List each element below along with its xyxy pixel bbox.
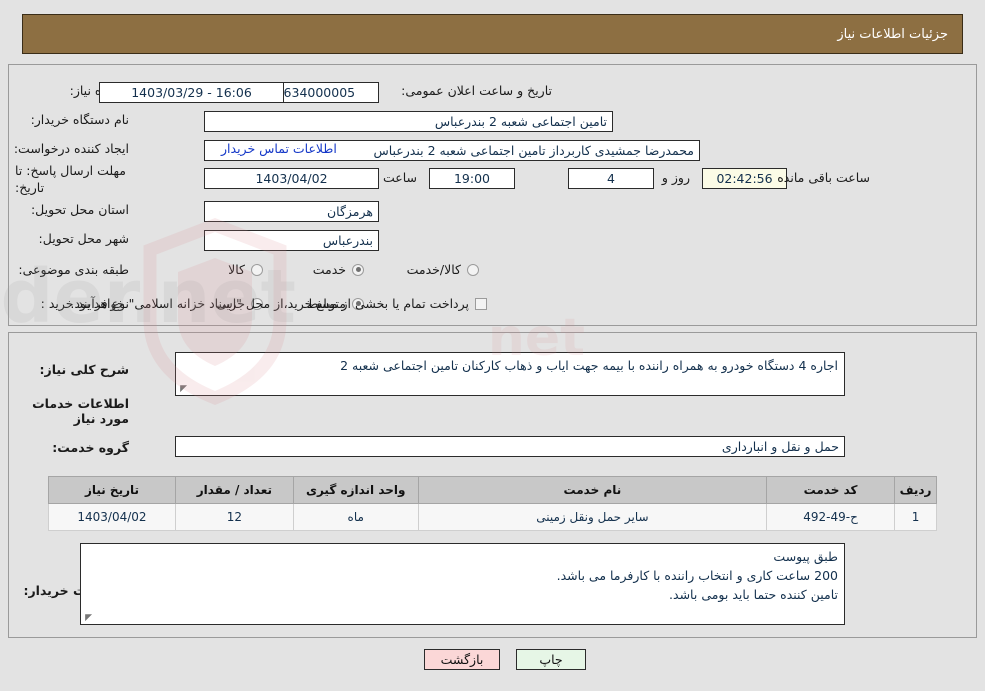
page-title: جزئیات اطلاعات نیاز (837, 26, 948, 42)
buyer-notes-line-2: 200 ساعت کاری و انتخاب راننده با کارفرما… (556, 567, 838, 583)
col-row: ردیف (894, 476, 937, 504)
treasury-note-label: پرداخت تمام یا بخشی از مبلغ خرید،از محل … (70, 296, 469, 311)
province-value[interactable]: هرمزگان (204, 201, 379, 222)
table-header-row: ردیف کد خدمت نام خدمت واحد اندازه گیری ت… (48, 476, 937, 504)
buyer-notes-textarea[interactable]: طبق پیوست 200 ساعت کاری و انتخاب راننده … (80, 543, 845, 625)
buyer-notes-line-3: تامین کننده حتما باید بومی باشد. (669, 586, 838, 602)
announce-date-row: تاریخ و ساعت اعلان عمومی: (395, 83, 552, 98)
col-name: نام خدمت (417, 476, 768, 504)
cell-name: سایر حمل ونقل زمینی (417, 503, 768, 531)
cell-date: 1403/04/02 (48, 503, 176, 531)
cell-unit: ماه (292, 503, 419, 531)
col-code: کد خدمت (766, 476, 896, 504)
deadline-date-value[interactable]: 1403/04/02 (204, 168, 379, 189)
category-option-0[interactable]: کالا (228, 262, 269, 277)
category-option-1-label: خدمت (312, 262, 346, 277)
resize-handle-icon[interactable]: ◤ (178, 385, 187, 394)
cell-code: ح-49-492 (766, 503, 896, 531)
buyer-org-label: نام دستگاه خریدار: (30, 112, 129, 127)
cell-row: 1 (894, 503, 937, 531)
print-button[interactable]: چاپ (516, 649, 586, 670)
need-info-panel (8, 64, 977, 326)
service-section-title: اطلاعات خدمات مورد نیاز (32, 396, 129, 426)
col-qty: تعداد / مقدار (174, 476, 294, 504)
announce-date-value[interactable]: 16:06 - 1403/03/29 (99, 82, 284, 103)
service-group-value[interactable]: حمل و نقل و انبارداری (175, 436, 845, 457)
general-description-value: اجاره 4 دستگاه خودرو به همراه راننده با … (340, 358, 838, 373)
services-table: ردیف کد خدمت نام خدمت واحد اندازه گیری ت… (48, 476, 937, 531)
days-label: روز و (661, 170, 690, 185)
timer-label: ساعت باقی مانده (777, 170, 870, 185)
creator-row: ایجاد کننده درخواست: (8, 141, 129, 156)
radio-kala[interactable] (251, 263, 263, 276)
hour-label: ساعت (382, 170, 417, 185)
city-row: شهر محل تحویل: (33, 231, 129, 246)
province-label: استان محل تحویل: (30, 202, 129, 217)
table-row[interactable]: 1 ح-49-492 سایر حمل ونقل زمینی ماه 12 14… (48, 503, 937, 531)
buyer-notes-line-1: طبق پیوست (773, 549, 838, 564)
category-option-1[interactable]: خدمت (313, 262, 370, 277)
category-label: طبقه بندی موضوعی: (18, 262, 129, 277)
category-option-2[interactable]: کالا/خدمت (407, 262, 485, 277)
back-button[interactable]: بازگشت (424, 649, 500, 670)
category-option-2-label: کالا/خدمت (406, 262, 461, 277)
days-remaining-value[interactable]: 4 (568, 168, 654, 189)
category-row-label: طبقه بندی موضوعی: (12, 262, 129, 277)
category-option-0-label: کالا (228, 262, 245, 277)
deadline-row: مهلت ارسال پاسخ: تا تاریخ: (9, 163, 129, 197)
deadline-label: مهلت ارسال پاسخ: تا تاریخ: (15, 163, 126, 195)
col-date: تاریخ نیاز (48, 476, 176, 504)
treasury-checkbox[interactable] (475, 297, 487, 310)
treasury-note-row[interactable]: پرداخت تمام یا بخشی از مبلغ خرید،از محل … (70, 296, 493, 311)
buyer-org-row: نام دستگاه خریدار: (25, 112, 129, 127)
tender-detail-page: AriaTender.net net جزئیات اطلاعات نیاز ش… (0, 0, 985, 691)
buyer-org-value[interactable]: تامین اجتماعی شعبه 2 بندرعباس (204, 111, 613, 132)
hour-value[interactable]: 19:00 (429, 168, 515, 189)
creator-label: ایجاد کننده درخواست: (13, 141, 129, 156)
description-label: شرح کلی نیاز: (39, 362, 129, 377)
general-description-textarea[interactable]: اجاره 4 دستگاه خودرو به همراه راننده با … (175, 352, 845, 396)
page-header-bar: جزئیات اطلاعات نیاز (22, 14, 963, 54)
buyer-contact-link[interactable]: اطلاعات تماس خریدار (215, 141, 343, 156)
city-label: شهر محل تحویل: (38, 231, 129, 246)
cell-qty: 12 (174, 503, 294, 531)
province-row: استان محل تحویل: (25, 202, 129, 217)
radio-kala-khedmat[interactable] (467, 263, 479, 276)
service-group-label: گروه خدمت: (52, 440, 129, 455)
radio-khedmat[interactable] (352, 263, 364, 276)
col-unit: واحد اندازه گیری (292, 476, 419, 504)
announce-date-label: تاریخ و ساعت اعلان عمومی: (401, 83, 552, 98)
city-value[interactable]: بندرعباس (204, 230, 379, 251)
resize-handle-icon-notes[interactable]: ◤ (83, 614, 92, 623)
